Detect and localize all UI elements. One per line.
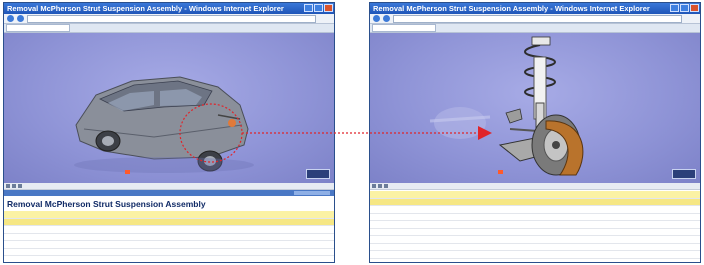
callout-arrow-icon (478, 126, 492, 140)
highlight-circle (179, 103, 243, 163)
callout-overlay (179, 103, 492, 163)
